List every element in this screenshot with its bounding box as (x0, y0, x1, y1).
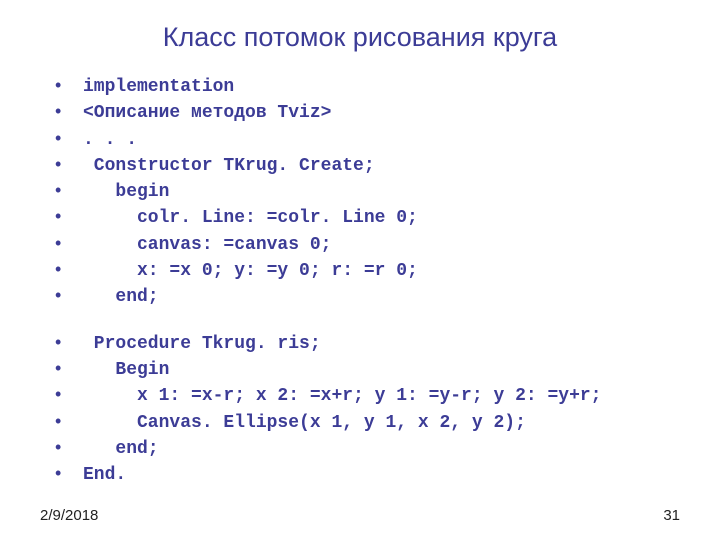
list-item: • x: =x 0; y: =y 0; r: =r 0; (55, 257, 720, 283)
list-item: • canvas: =canvas 0; (55, 231, 720, 257)
code-line: x: =x 0; y: =y 0; r: =r 0; (83, 259, 418, 283)
list-item: • Canvas. Ellipse(x 1, y 1, x 2, y 2); (55, 409, 720, 435)
bullet-icon: • (55, 99, 83, 123)
list-item: • end; (55, 435, 720, 461)
list-item: •<Описание методов Tviz> (55, 99, 720, 125)
code-line: end; (83, 437, 159, 461)
code-line: End. (83, 463, 126, 487)
list-item: • end; (55, 283, 720, 309)
code-line: x 1: =x-r; x 2: =x+r; y 1: =y-r; y 2: =y… (83, 384, 601, 408)
bullet-icon: • (55, 178, 83, 202)
list-item: • Begin (55, 356, 720, 382)
bullet-icon: • (55, 204, 83, 228)
bullet-icon: • (55, 257, 83, 281)
code-line: Procedure Tkrug. ris; (83, 332, 321, 356)
bullet-icon: • (55, 356, 83, 380)
code-line: Begin (83, 358, 169, 382)
list-item: • begin (55, 178, 720, 204)
list-item: •. . . (55, 126, 720, 152)
footer-page: 31 (663, 507, 680, 524)
list-item: •End. (55, 461, 720, 487)
footer-date: 2/9/2018 (40, 507, 98, 524)
code-line: end; (83, 285, 159, 309)
code-line: Canvas. Ellipse(x 1, y 1, x 2, y 2); (83, 411, 526, 435)
code-line: <Описание методов Tviz> (83, 101, 331, 125)
code-line: Constructor TKrug. Create; (83, 154, 375, 178)
list-item: • x 1: =x-r; x 2: =x+r; y 1: =y-r; y 2: … (55, 382, 720, 408)
list-item: • colr. Line: =colr. Line 0; (55, 204, 720, 230)
bullet-icon: • (55, 330, 83, 354)
code-line: begin (83, 180, 169, 204)
list-item: • Constructor TKrug. Create; (55, 152, 720, 178)
list-item: •implementation (55, 73, 720, 99)
slide-title: Класс потомок рисования круга (0, 0, 720, 61)
bullet-icon: • (55, 231, 83, 255)
footer: 2/9/2018 31 (40, 507, 680, 524)
code-line: implementation (83, 75, 234, 99)
code-line: canvas: =canvas 0; (83, 233, 331, 257)
bullet-icon: • (55, 461, 83, 485)
bullet-icon: • (55, 73, 83, 97)
bullet-icon: • (55, 435, 83, 459)
list-item: • Procedure Tkrug. ris; (55, 330, 720, 356)
bullet-icon: • (55, 409, 83, 433)
code-block: •implementation •<Описание методов Tviz>… (0, 61, 720, 487)
code-line: colr. Line: =colr. Line 0; (83, 206, 418, 230)
bullet-icon: • (55, 283, 83, 307)
code-line: . . . (83, 128, 137, 152)
bullet-icon: • (55, 126, 83, 150)
bullet-icon: • (55, 152, 83, 176)
bullet-icon: • (55, 382, 83, 406)
